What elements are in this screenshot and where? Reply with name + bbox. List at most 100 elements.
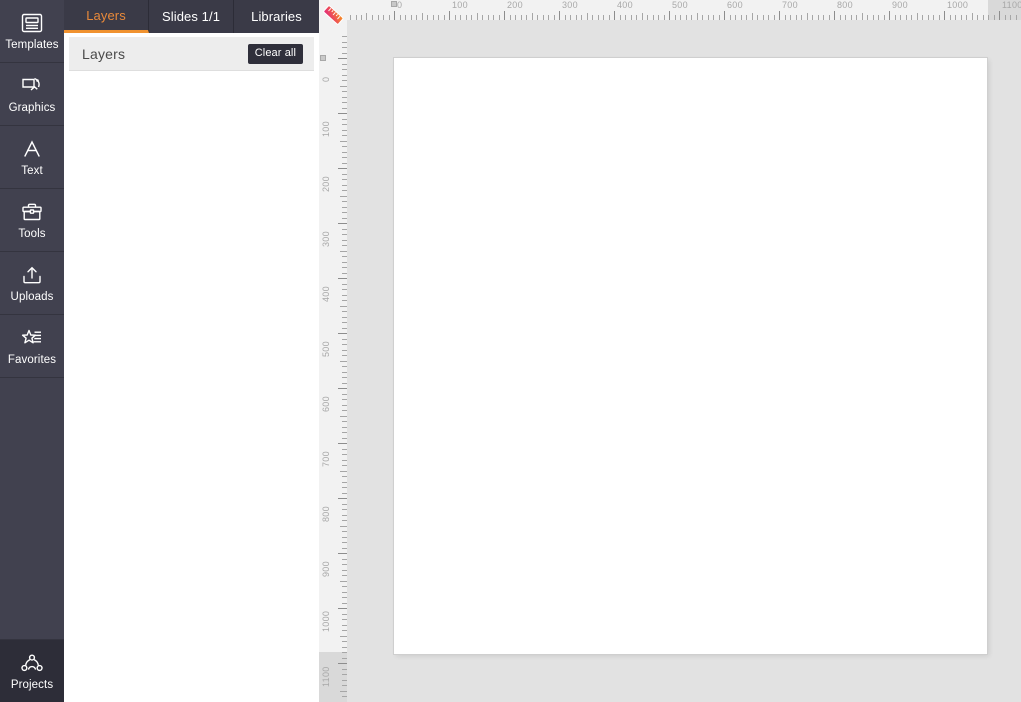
- ruler-tick: [526, 15, 527, 20]
- ruler-label: 1100: [1002, 0, 1021, 10]
- ruler-tick: [342, 630, 347, 631]
- ruler-tick: [829, 15, 830, 20]
- sidebar-item-label: Tools: [18, 227, 46, 240]
- toolbox-icon: [17, 200, 47, 226]
- ruler-tick: [342, 174, 347, 175]
- ruler-tick: [444, 15, 445, 20]
- ruler-tick: [342, 201, 347, 202]
- ruler-tick: [342, 163, 347, 164]
- ruler-tick: [342, 438, 347, 439]
- ruler-tick: [342, 641, 347, 642]
- ruler-tick: [342, 410, 347, 411]
- ruler-tick: [342, 262, 347, 263]
- sidebar-item-templates[interactable]: Templates: [0, 0, 64, 63]
- ruler-tick: [342, 218, 347, 219]
- ruler-tick: [763, 15, 764, 20]
- ruler-tick: [394, 11, 395, 20]
- ruler-tick: [342, 295, 347, 296]
- sidebar-item-label: Graphics: [8, 101, 56, 114]
- ruler-tick: [342, 75, 347, 76]
- ruler-tick: [342, 102, 347, 103]
- ruler-tick: [372, 15, 373, 20]
- ruler-tick: [342, 311, 347, 312]
- ruler-tick: [449, 11, 450, 20]
- ruler-tick: [840, 15, 841, 20]
- ruler-tick: [342, 597, 347, 598]
- sidebar-item-tools[interactable]: Tools: [0, 189, 64, 252]
- ruler-toggle-corner[interactable]: [319, 0, 347, 36]
- ruler-tick: [342, 685, 347, 686]
- ruler-tick: [338, 278, 347, 279]
- ruler-tick: [631, 15, 632, 20]
- ruler-label: 500: [321, 341, 331, 357]
- star-list-icon: [17, 326, 47, 352]
- ruler-tick: [488, 15, 489, 20]
- ruler-tick: [482, 15, 483, 20]
- sidebar-item-favorites[interactable]: Favorites: [0, 315, 64, 378]
- tab-layers[interactable]: Layers: [64, 0, 149, 33]
- ruler-tick: [342, 157, 347, 158]
- tab-label: Libraries: [251, 9, 302, 24]
- ruler-tick: [510, 15, 511, 20]
- ruler-tick: [340, 86, 347, 87]
- ruler-tick: [338, 608, 347, 609]
- ruler-tick: [884, 15, 885, 20]
- ruler-label: 800: [321, 506, 331, 522]
- ruler-tick: [895, 15, 896, 20]
- ruler-label: 800: [837, 0, 853, 10]
- sidebar-item-projects[interactable]: Projects: [0, 639, 64, 702]
- ruler-tick: [961, 15, 962, 20]
- ruler-tick: [735, 15, 736, 20]
- clear-all-button[interactable]: Clear all: [247, 43, 303, 64]
- ruler-tick: [342, 465, 347, 466]
- ruler-origin-handle[interactable]: [391, 1, 397, 7]
- ruler-tick: [342, 234, 347, 235]
- ruler-tick: [779, 11, 780, 20]
- ruler-origin-handle[interactable]: [320, 55, 326, 61]
- ruler-tick: [664, 15, 665, 20]
- ruler-tick: [338, 223, 347, 224]
- ruler-tick: [342, 47, 347, 48]
- ruler-tick: [878, 15, 879, 20]
- layers-header: Layers Clear all: [69, 37, 314, 71]
- ruler-tick: [774, 15, 775, 20]
- tab-slides[interactable]: Slides 1/1: [149, 0, 234, 33]
- ruler-tick: [532, 13, 533, 20]
- ruler-tick: [455, 15, 456, 20]
- ruler-tick: [342, 190, 347, 191]
- ruler-tick: [342, 680, 347, 681]
- ruler-tick: [845, 15, 846, 20]
- ruler-tick: [342, 355, 347, 356]
- ruler-horizontal[interactable]: 0 100 200 300 400 500 600 700 800 900 1000 1100: [347, 0, 1021, 20]
- ruler-tick: [361, 15, 362, 20]
- sidebar-item-text[interactable]: Text: [0, 126, 64, 189]
- ruler-tick: [862, 13, 863, 20]
- slide-canvas[interactable]: [394, 58, 987, 654]
- ruler-tick: [389, 15, 390, 20]
- projects-icon: [17, 651, 47, 677]
- ruler-tick: [342, 625, 347, 626]
- ruler-tick: [504, 11, 505, 20]
- ruler-label: 600: [727, 0, 743, 10]
- sidebar-item-graphics[interactable]: Graphics: [0, 63, 64, 126]
- sidebar-item-uploads[interactable]: Uploads: [0, 252, 64, 315]
- ruler-label: 100: [321, 121, 331, 137]
- ruler-tick: [342, 460, 347, 461]
- ruler-tick: [796, 15, 797, 20]
- ruler-label: 600: [321, 396, 331, 412]
- ruler-tick: [342, 421, 347, 422]
- ruler-tick: [416, 15, 417, 20]
- ruler-tick: [340, 581, 347, 582]
- ruler-vertical[interactable]: 0 100 200 300 400 500 600 700 800 900 1000 1100: [319, 20, 347, 702]
- ruler-tick: [801, 15, 802, 20]
- ruler-tick: [342, 69, 347, 70]
- ruler-tick: [338, 663, 347, 664]
- ruler-tick: [988, 15, 989, 20]
- ruler-tick: [342, 245, 347, 246]
- ruler-tick: [708, 15, 709, 20]
- ruler-tick: [609, 15, 610, 20]
- ruler-tick: [340, 636, 347, 637]
- tab-libraries[interactable]: Libraries: [234, 0, 319, 33]
- canvas-workspace[interactable]: [347, 20, 1021, 702]
- layers-list[interactable]: [64, 71, 319, 702]
